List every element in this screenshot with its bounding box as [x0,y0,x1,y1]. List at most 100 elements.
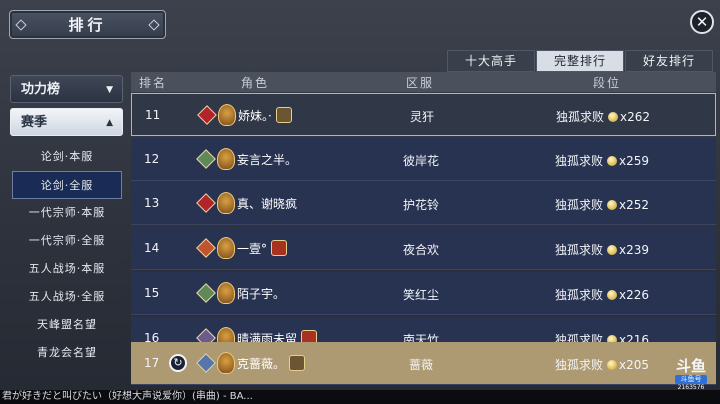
row-server: 夜合欢 [402,243,439,257]
tab-friend-ranking[interactable]: 好友排行 [625,50,713,72]
sidebar: 功力榜 ▼ 赛季 ▲ 论剑·本服 论剑·全服 一代宗师·本服 一代宗师·全服 五… [10,75,123,359]
tier-name: 独孤求败 [555,154,604,168]
rank-medal-icon [217,192,235,214]
row-rank: 15 [144,286,160,300]
my-rank-row[interactable]: 17 ↻ 克蔷薇。 蔷薇 独孤求败 x205 [131,342,716,385]
sidebar-category-power[interactable]: 功力榜 ▼ [10,75,123,103]
column-header-rank: 排名 [139,76,168,90]
sidebar-item-duel-all[interactable]: 论剑·全服 [12,171,122,199]
table-row[interactable]: 12 妄言之半。 彼岸花 独孤求败 x259 [131,138,716,181]
ornament-diamond-icon [148,19,160,31]
tier-count: x262 [620,109,651,124]
row-role: 妄言之半。 [196,148,298,170]
player-name: 妄言之半。 [237,152,298,167]
tab-full-ranking[interactable]: 完整排行 [536,50,624,72]
coin-icon [607,199,618,210]
rank-medal-icon [218,104,236,126]
title-emblem-icon [271,240,288,256]
player-name: 陌子宇。 [237,286,286,301]
row-role: 陌子宇。 [196,282,286,304]
close-icon: ✕ [695,13,709,31]
ornament-diamond-icon [15,19,27,31]
sidebar-category-season[interactable]: 赛季 ▲ [10,108,123,136]
room-label: 斗鱼号 [675,375,707,384]
sidebar-item-qinglong[interactable]: 青龙会名望 [12,339,122,367]
tier-name: 独孤求败 [555,288,604,302]
row-server: 灵犴 [409,110,434,124]
rank-medal-icon [217,282,235,304]
tab-bar: 十大高手 完整排行 好友排行 [447,50,714,72]
sect-badge-icon [197,105,217,125]
table-row[interactable]: 15 陌子宇。 笑红尘 独孤求败 x226 [131,272,716,315]
column-header-tier: 段位 [593,76,622,90]
row-rank: 14 [144,241,160,255]
refresh-icon[interactable]: ↻ [169,354,187,372]
row-tier: 独孤求败 x205 [555,356,649,373]
tab-top-ten[interactable]: 十大高手 [447,50,535,72]
table-row[interactable]: 14 一壹° 夜合欢 独孤求败 x239 [131,227,716,270]
sect-badge-icon [196,283,216,303]
row-role: 一壹° [196,237,288,259]
sidebar-item-tianfeng[interactable]: 天峰盟名望 [12,311,122,339]
row-server: 蔷薇 [408,358,433,372]
row-tier: 独孤求败 x262 [556,108,650,125]
sect-badge-icon [196,353,216,373]
douyu-logo: 斗鱼 [675,357,706,375]
row-rank: 12 [144,152,160,166]
player-name: 克蔷薇。 [237,356,286,371]
sidebar-item-fivev-local[interactable]: 五人战场·本服 [12,255,122,283]
title-panel: 排行 [9,10,166,39]
tier-name: 独孤求败 [555,243,604,257]
tier-count: x239 [619,242,650,257]
title-emblem-icon [289,355,306,371]
player-name: 真、谢晓疯 [237,196,298,211]
sidebar-item-master-all[interactable]: 一代宗师·全服 [12,227,122,255]
sect-badge-icon [196,149,216,169]
tier-count: x252 [619,197,650,212]
row-tier: 独孤求败 x226 [555,286,649,303]
sect-badge-icon [196,193,216,213]
chevron-up-icon: ▲ [106,118,113,128]
row-rank: 13 [144,196,160,210]
row-server: 笑红尘 [402,288,439,302]
column-header-server: 区服 [406,76,435,90]
sidebar-category-label: 赛季 [21,115,48,130]
sidebar-item-fivev-all[interactable]: 五人战场·全服 [12,283,122,311]
row-rank: 17 [144,356,160,370]
tier-count: x205 [619,357,650,372]
title-emblem-icon [275,107,292,123]
tier-name: 独孤求败 [556,110,605,124]
row-role: 真、谢晓疯 [196,192,298,214]
chevron-down-icon: ▼ [106,85,113,95]
sect-badge-icon [196,238,216,258]
sidebar-item-master-local[interactable]: 一代宗师·本服 [12,199,122,227]
table-header: 排名 角色 区服 段位 [131,72,716,92]
row-server: 护花铃 [402,198,439,212]
coin-icon [607,244,618,255]
coin-icon [607,289,618,300]
tier-count: x226 [619,287,650,302]
row-role: 克蔷薇。 [196,352,306,374]
row-role: 娇妹。· [197,104,292,126]
player-name: 一壹° [237,241,268,256]
sidebar-subitems: 论剑·本服 论剑·全服 一代宗师·本服 一代宗师·全服 五人战场·本服 五人战场… [12,143,122,367]
row-tier: 独孤求败 x252 [555,196,649,213]
rank-medal-icon [217,352,235,374]
tier-name: 独孤求败 [555,198,604,212]
player-name: 娇妹。· [238,108,272,123]
tier-count: x259 [619,153,650,168]
coin-icon [608,111,619,122]
coin-icon [607,155,618,166]
tier-name: 独孤求败 [555,358,604,372]
stream-watermark: 斗鱼 斗鱼号 2163576 [671,357,711,391]
row-server: 彼岸花 [402,154,439,168]
now-playing-ticker: 君が好きだと叫びたい（好想大声说爱你）(串曲) - BA... [0,390,720,404]
table-row[interactable]: 13 真、谢晓疯 护花铃 独孤求败 x252 [131,182,716,225]
column-header-role: 角色 [241,76,270,90]
rank-medal-icon [217,148,235,170]
table-row[interactable]: 11 娇妹。· 灵犴 独孤求败 x262 [131,93,716,136]
row-tier: 独孤求败 x259 [555,152,649,169]
row-rank: 11 [145,108,161,122]
sidebar-item-duel-local[interactable]: 论剑·本服 [12,143,122,171]
close-button[interactable]: ✕ [690,10,714,34]
